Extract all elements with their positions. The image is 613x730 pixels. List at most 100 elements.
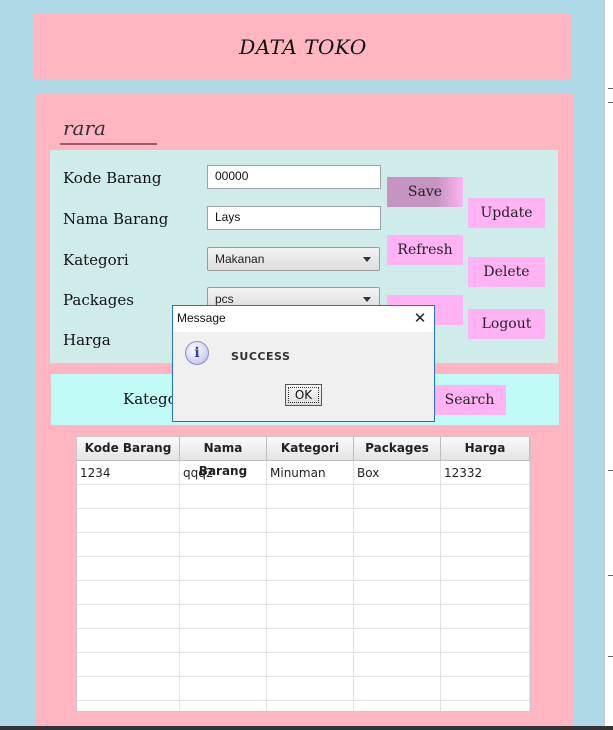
cell-nama-barang: qqq2 (180, 461, 267, 485)
empty-cell (180, 557, 267, 581)
empty-cell (267, 581, 354, 605)
empty-cell (77, 557, 180, 581)
username-underline (60, 143, 157, 145)
table-row-empty (77, 581, 530, 605)
empty-cell (180, 653, 267, 677)
data-table[interactable]: Kode Barang Nama Barang Kategori Package… (76, 436, 531, 712)
empty-cell (354, 629, 441, 653)
save-button[interactable]: Save (387, 177, 463, 207)
username-label: rara (63, 116, 106, 140)
empty-cell (441, 581, 530, 605)
empty-cell (441, 701, 530, 711)
empty-cell (267, 533, 354, 557)
empty-cell (441, 509, 530, 533)
empty-cell (77, 653, 180, 677)
table-row-empty (77, 533, 530, 557)
empty-cell (180, 605, 267, 629)
kategori-select[interactable]: Makanan (207, 247, 380, 271)
column-header-kode-barang[interactable]: Kode Barang (77, 437, 180, 461)
empty-cell (267, 653, 354, 677)
empty-cell (77, 581, 180, 605)
packages-label: Packages (63, 291, 134, 309)
harga-label: Harga (63, 331, 111, 349)
background-window-strip (604, 0, 613, 730)
empty-cell (441, 557, 530, 581)
dialog-title: Message (177, 311, 226, 325)
empty-cell (354, 581, 441, 605)
empty-cell (354, 677, 441, 701)
cell-packages: Box (354, 461, 441, 485)
empty-cell (180, 581, 267, 605)
empty-cell (77, 605, 180, 629)
empty-cell (77, 677, 180, 701)
table-row-empty (77, 485, 530, 509)
taskbar-edge (0, 726, 613, 730)
empty-cell (354, 605, 441, 629)
empty-cell (441, 605, 530, 629)
cell-harga: 12332 (441, 461, 530, 485)
table-row-empty (77, 653, 530, 677)
empty-cell (441, 677, 530, 701)
empty-cell (180, 701, 267, 711)
search-button[interactable]: Search (433, 385, 506, 415)
empty-cell (354, 701, 441, 711)
logout-button[interactable]: Logout (468, 309, 545, 339)
header-panel: DATA TOKO (34, 13, 572, 80)
empty-cell (180, 485, 267, 509)
empty-cell (441, 629, 530, 653)
chevron-down-icon (363, 297, 371, 302)
empty-cell (77, 509, 180, 533)
dialog-message: SUCCESS (231, 350, 291, 363)
packages-select-value: pcs (215, 292, 234, 306)
update-button[interactable]: Update (468, 198, 545, 228)
empty-cell (77, 533, 180, 557)
column-header-packages[interactable]: Packages (354, 437, 441, 461)
empty-cell (441, 485, 530, 509)
empty-cell (441, 533, 530, 557)
empty-cell (354, 653, 441, 677)
empty-cell (180, 629, 267, 653)
kategori-label: Kategori (63, 251, 129, 269)
kategori-select-value: Makanan (215, 252, 265, 266)
table-row-empty (77, 629, 530, 653)
table-row-empty (77, 677, 530, 701)
info-icon: i (185, 341, 209, 365)
table-header: Kode Barang Nama Barang Kategori Package… (77, 437, 530, 478)
empty-cell (267, 485, 354, 509)
table-row-empty (77, 605, 530, 629)
empty-cell (180, 533, 267, 557)
table-row-empty (77, 701, 530, 711)
table-row-empty (77, 509, 530, 533)
cell-kode-barang: 1234 (77, 461, 180, 485)
empty-cell (354, 509, 441, 533)
nama-barang-input[interactable]: Lays (207, 206, 381, 230)
column-header-nama-barang[interactable]: Nama Barang (180, 437, 267, 478)
message-dialog: Message ✕ i SUCCESS OK (172, 305, 435, 422)
empty-cell (267, 509, 354, 533)
empty-cell (180, 509, 267, 533)
cell-kategori: Minuman (267, 461, 354, 485)
kode-barang-label: Kode Barang (63, 169, 162, 187)
delete-button[interactable]: Delete (468, 257, 545, 287)
empty-cell (267, 701, 354, 711)
empty-cell (267, 629, 354, 653)
empty-cell (354, 533, 441, 557)
table-row-empty (77, 557, 530, 581)
chevron-down-icon (363, 257, 371, 262)
empty-cell (77, 485, 180, 509)
ok-button[interactable]: OK (285, 384, 322, 406)
refresh-button[interactable]: Refresh (387, 235, 463, 265)
empty-cell (354, 557, 441, 581)
column-header-harga[interactable]: Harga (441, 437, 530, 461)
empty-cell (354, 485, 441, 509)
close-icon[interactable]: ✕ (411, 309, 429, 327)
empty-cell (267, 605, 354, 629)
empty-cell (267, 557, 354, 581)
empty-cell (77, 701, 180, 711)
table-row[interactable]: 1234 qqq2 Minuman Box 12332 (77, 461, 530, 485)
empty-cell (180, 677, 267, 701)
kode-barang-input[interactable]: 00000 (207, 165, 381, 189)
empty-cell (77, 629, 180, 653)
column-header-kategori[interactable]: Kategori (267, 437, 354, 461)
dialog-titlebar[interactable]: Message ✕ (173, 306, 434, 332)
